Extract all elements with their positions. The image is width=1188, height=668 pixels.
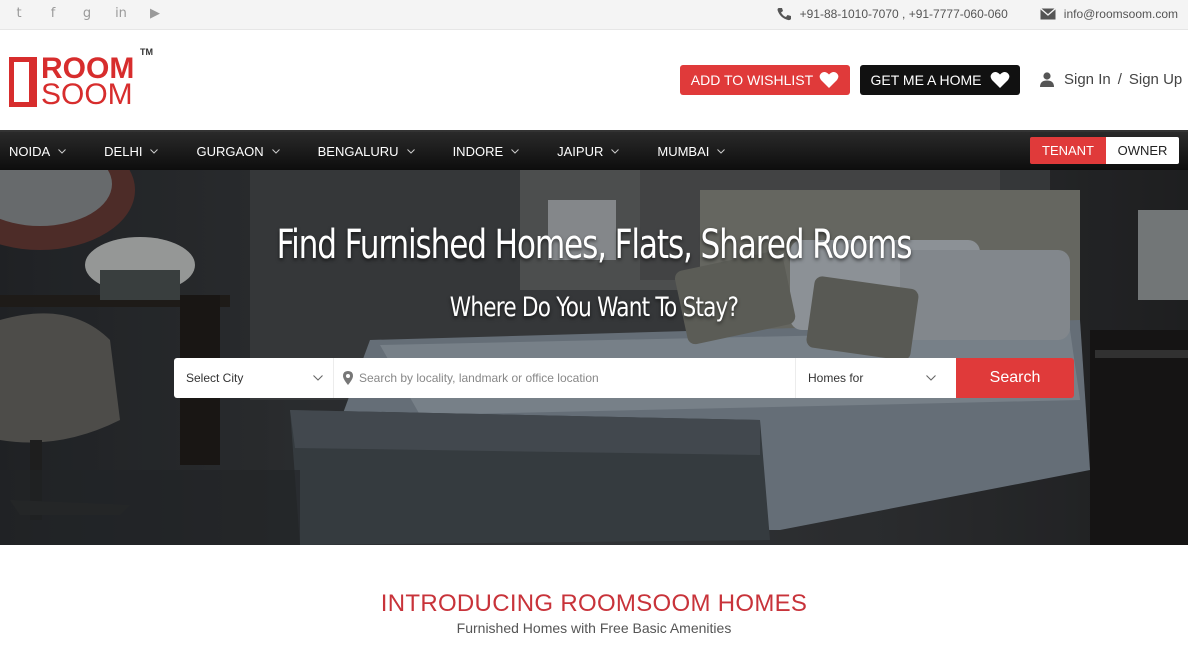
- intro-heading: INTRODUCING ROOMSOOM HOMES: [380, 590, 808, 617]
- sign-up-link[interactable]: Sign Up: [1129, 71, 1182, 88]
- homes-for-select[interactable]: Homes for: [796, 358, 956, 398]
- user-icon: [1040, 72, 1054, 87]
- city-select-value: Select City: [186, 371, 244, 385]
- hero-subtitle: Where Do You Want To Stay?: [449, 292, 739, 323]
- intro-subheading: Furnished Homes with Free Basic Amenitie…: [456, 620, 732, 636]
- chevron-down-icon: [406, 149, 415, 154]
- city-menu: NOIDA DELHI GURGAON BENGALURU INDORE JAI…: [9, 132, 763, 170]
- role-toggle: TENANT OWNER: [1030, 137, 1179, 164]
- top-bar: t f g in ▶ +91-88-1010-7070 , +91-7777-0…: [0, 0, 1188, 30]
- nav-item-mumbai[interactable]: MUMBAI: [657, 144, 726, 159]
- nav-item-indore[interactable]: INDORE: [453, 144, 520, 159]
- logo-word-soom: SOOM: [41, 78, 133, 111]
- auth-separator: /: [1117, 71, 1122, 88]
- map-pin-icon: [343, 371, 353, 385]
- search-bar: Select City Homes for Search: [174, 358, 1074, 398]
- get-me-a-home-button[interactable]: GET ME A HOME: [860, 65, 1020, 95]
- heart-icon: [990, 72, 1009, 88]
- google-plus-icon[interactable]: g: [78, 5, 96, 23]
- hero-title: Find Furnished Homes, Flats, Shared Room…: [276, 222, 913, 268]
- chevron-down-icon: [926, 375, 936, 381]
- phone-icon: [777, 8, 791, 21]
- homes-for-value: Homes for: [808, 371, 864, 385]
- logo-trademark: TM: [140, 47, 153, 57]
- owner-toggle-button[interactable]: OWNER: [1106, 137, 1179, 164]
- email-link[interactable]: info@roomsoom.com: [1064, 7, 1178, 21]
- chevron-down-icon: [313, 375, 323, 381]
- chevron-down-icon: [271, 149, 280, 154]
- tenant-toggle-button[interactable]: TENANT: [1030, 137, 1106, 164]
- youtube-icon[interactable]: ▶: [146, 5, 164, 23]
- twitter-icon[interactable]: t: [10, 5, 28, 23]
- chevron-down-icon: [611, 149, 620, 154]
- envelope-icon: [1039, 7, 1056, 20]
- chevron-down-icon: [717, 149, 726, 154]
- nav-item-gurgaon[interactable]: GURGAON: [196, 144, 280, 159]
- linkedin-icon[interactable]: in: [112, 5, 130, 23]
- location-field: [334, 358, 796, 398]
- logo-mark: [9, 57, 37, 107]
- chevron-down-icon: [150, 149, 159, 154]
- sign-in-link[interactable]: Sign In: [1064, 71, 1111, 88]
- nav-item-noida[interactable]: NOIDA: [9, 144, 67, 159]
- contact-info: +91-88-1010-7070 , +91-7777-060-060 info…: [776, 7, 1178, 21]
- auth-links: Sign In / Sign Up: [1040, 71, 1182, 88]
- site-header: ROOM SOOM TM ADD TO WISHLIST GET ME A HO…: [0, 31, 1188, 130]
- add-to-wishlist-button[interactable]: ADD TO WISHLIST: [680, 65, 850, 95]
- hero-banner: Find Furnished Homes, Flats, Shared Room…: [0, 170, 1188, 545]
- wishlist-label: ADD TO WISHLIST: [690, 72, 814, 88]
- city-nav-bar: NOIDA DELHI GURGAON BENGALURU INDORE JAI…: [0, 130, 1188, 170]
- chevron-down-icon: [511, 149, 519, 154]
- social-links: t f g in ▶: [10, 5, 164, 23]
- roomsoom-logo[interactable]: ROOM SOOM TM: [9, 47, 154, 111]
- phone-numbers[interactable]: +91-88-1010-7070 , +91-7777-060-060: [800, 7, 1008, 21]
- heart-icon: [819, 72, 839, 88]
- chevron-down-icon: [58, 149, 67, 154]
- nav-item-delhi[interactable]: DELHI: [104, 144, 159, 159]
- city-select[interactable]: Select City: [174, 358, 334, 398]
- nav-item-bengaluru[interactable]: BENGALURU: [318, 144, 415, 159]
- facebook-icon[interactable]: f: [44, 5, 62, 23]
- search-button[interactable]: Search: [956, 358, 1074, 398]
- get-home-label: GET ME A HOME: [870, 72, 982, 88]
- location-search-input[interactable]: [359, 371, 779, 385]
- nav-item-jaipur[interactable]: JAIPUR: [557, 144, 620, 159]
